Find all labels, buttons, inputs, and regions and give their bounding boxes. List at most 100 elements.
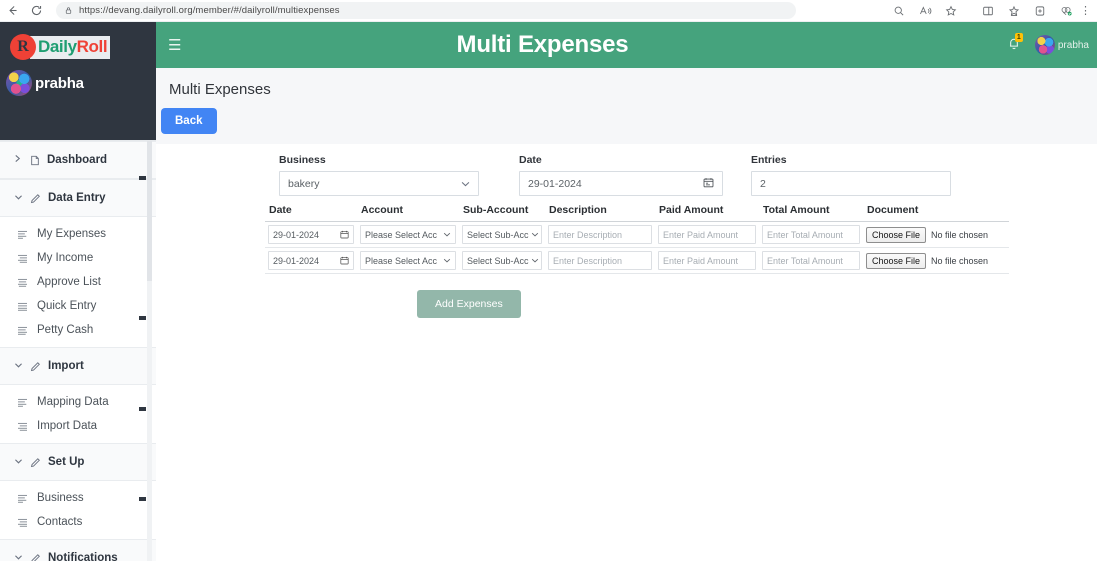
row-date-input[interactable]: 29-01-2024 (268, 225, 354, 244)
sidebar-group-data-entry[interactable]: Data Entry (0, 179, 156, 217)
extension-icon[interactable] (1054, 1, 1078, 21)
row-sub-account-value: Select Sub-Acc (467, 229, 529, 240)
sidebar-item-label: Approve List (37, 276, 101, 288)
sidebar-group-import[interactable]: Import (0, 347, 156, 385)
cell-description: Enter Description (545, 221, 655, 248)
column-header-total-amount: Total Amount (759, 204, 863, 222)
list-icon (17, 494, 28, 503)
scroll-marker (139, 497, 146, 501)
sidebar-group-label: Notifications (48, 552, 118, 561)
row-description-input[interactable]: Enter Description (548, 225, 652, 244)
back-button[interactable]: Back (161, 108, 217, 134)
row-total-amount-input[interactable]: Enter Total Amount (762, 251, 860, 270)
column-header-account: Account (357, 204, 459, 222)
pencil-icon (30, 457, 41, 468)
search-icon[interactable] (887, 1, 911, 21)
calendar-icon[interactable] (340, 230, 349, 239)
add-expenses-button[interactable]: Add Expenses (417, 290, 521, 318)
column-header-date: Date (265, 204, 357, 222)
row-total-amount-input[interactable]: Enter Total Amount (762, 225, 860, 244)
avatar (1034, 35, 1055, 55)
cell-account: Please Select Acc (357, 221, 459, 248)
column-header-paid-amount: Paid Amount (655, 204, 759, 222)
sidebar-item-quick-entry[interactable]: Quick Entry (0, 294, 156, 318)
browser-reload-button[interactable] (24, 1, 48, 21)
date-field: Date 29-01-2024 (519, 154, 723, 196)
sidebar-item-petty-cash[interactable]: Petty Cash (0, 318, 156, 342)
logo-text-daily: Daily (38, 36, 77, 56)
sidebar-subitems-import: Mapping Data Import Data (0, 385, 156, 443)
sidebar-group-set-up[interactable]: Set Up (0, 443, 156, 481)
header-user-menu[interactable]: prabha (1034, 35, 1089, 55)
choose-file-button[interactable]: Choose File (866, 226, 927, 243)
row-account-select[interactable]: Please Select Acc (360, 251, 456, 270)
row-paid-amount-input[interactable]: Enter Paid Amount (658, 225, 756, 244)
choose-file-button[interactable]: Choose File (866, 252, 927, 269)
address-bar-url: https://devang.dailyroll.org/member/#/da… (79, 5, 340, 16)
page-title: Multi Expenses (169, 81, 271, 98)
page-title-header: Multi Expenses (456, 31, 629, 58)
entries-input[interactable]: 2 (751, 171, 951, 196)
column-header-document: Document (863, 204, 1009, 222)
date-input-value: 29-01-2024 (528, 177, 582, 190)
browser-back-button[interactable] (0, 1, 24, 21)
sidebar-subitems-data-entry: My Expenses My Income Approve List Quick… (0, 217, 156, 347)
column-header-sub-account: Sub-Account (459, 204, 545, 222)
date-label: Date (519, 154, 542, 166)
date-input[interactable]: 29-01-2024 (519, 171, 723, 196)
pencil-icon (30, 553, 41, 561)
row-sub-account-select[interactable]: Select Sub-Acc (462, 251, 542, 270)
chevron-down-icon (461, 179, 470, 189)
sidebar-item-business[interactable]: Business (0, 486, 156, 510)
collections-icon[interactable] (1002, 1, 1026, 21)
row-file-input[interactable]: Choose File No file chosen (866, 251, 1006, 270)
list-icon (17, 326, 28, 335)
avatar (6, 70, 32, 96)
sidebar-subitems-set-up: Business Contacts (0, 481, 156, 539)
header-user-name: prabha (1057, 39, 1089, 51)
sidebar-item-contacts[interactable]: Contacts (0, 510, 156, 534)
split-screen-icon[interactable] (976, 1, 1000, 21)
row-account-select[interactable]: Please Select Acc (360, 225, 456, 244)
entries-input-value: 2 (760, 177, 766, 190)
sidebar-item-import-data[interactable]: Import Data (0, 414, 156, 438)
row-date-input[interactable]: 29-01-2024 (268, 251, 354, 270)
row-sub-account-select[interactable]: Select Sub-Acc (462, 225, 542, 244)
sidebar-user[interactable]: prabha (0, 60, 156, 96)
notification-badge: 1 (1014, 33, 1023, 42)
more-options-icon[interactable]: ⋮ (1080, 4, 1093, 17)
favorite-star-icon[interactable] (939, 1, 963, 21)
sidebar-item-my-income[interactable]: My Income (0, 246, 156, 270)
sidebar-item-label: Import Data (37, 420, 98, 432)
notifications-button[interactable]: 1 (1007, 33, 1025, 54)
sidebar-item-mapping-data[interactable]: Mapping Data (0, 390, 156, 414)
chevron-down-icon (14, 193, 23, 204)
row-date-value: 29-01-2024 (273, 229, 320, 240)
calendar-icon[interactable] (703, 177, 714, 191)
sidebar-group-label: Data Entry (48, 192, 106, 204)
address-bar[interactable]: https://devang.dailyroll.org/member/#/da… (56, 2, 796, 19)
sidebar-item-approve-list[interactable]: Approve List (0, 270, 156, 294)
list-icon (17, 230, 28, 239)
sidebar-scrollbar-thumb[interactable] (147, 141, 152, 281)
scroll-marker (139, 407, 146, 411)
sidebar-nav: Dashboard Data Entry My Expenses My Inco… (0, 140, 156, 561)
cell-date: 29-01-2024 (265, 247, 357, 274)
sidebar-item-my-expenses[interactable]: My Expenses (0, 222, 156, 246)
row-file-input[interactable]: Choose File No file chosen (866, 225, 1006, 244)
business-field: Business bakery (279, 154, 479, 196)
calendar-icon[interactable] (340, 256, 349, 265)
sidebar-group-label: Dashboard (47, 154, 108, 166)
browser-essentials-icon[interactable] (1028, 1, 1052, 21)
expenses-table: Date Account Sub-Account Description Pai… (265, 204, 1009, 274)
list-icon (17, 518, 28, 527)
sidebar-group-notifications[interactable]: Notifications (0, 539, 156, 561)
entries-label: Entries (751, 154, 787, 166)
sidebar-group-dashboard[interactable]: Dashboard (0, 141, 156, 179)
row-paid-amount-input[interactable]: Enter Paid Amount (658, 251, 756, 270)
list-icon (17, 398, 28, 407)
business-select[interactable]: bakery (279, 171, 479, 196)
row-description-input[interactable]: Enter Description (548, 251, 652, 270)
sidebar-item-label: My Expenses (37, 228, 107, 240)
read-aloud-icon[interactable] (913, 1, 937, 21)
